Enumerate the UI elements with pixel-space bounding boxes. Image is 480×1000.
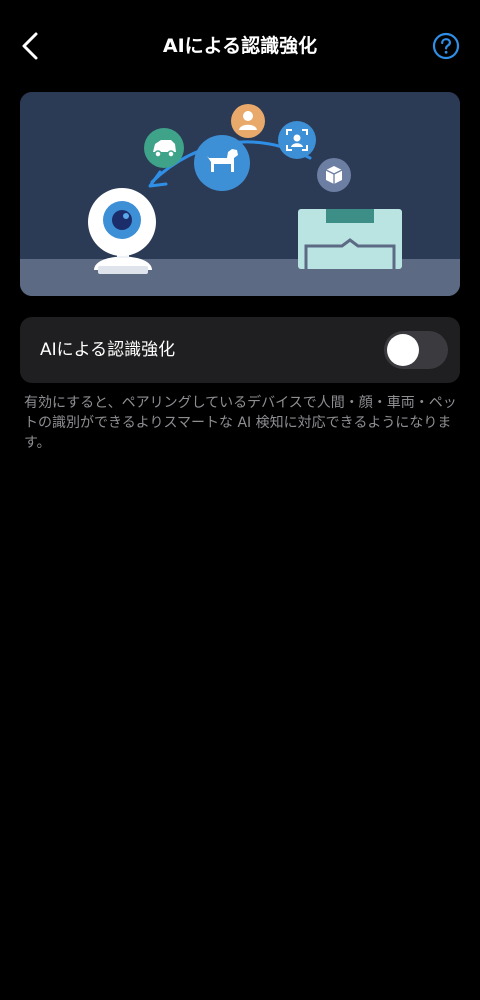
delivery-box [298,209,402,270]
chevron-left-icon [22,32,38,60]
dog-icon [194,135,250,191]
question-circle-icon [432,32,460,60]
face-scan-icon [278,121,316,159]
help-button[interactable] [432,32,460,60]
person-icon [231,104,265,138]
setting-label: AIによる認識強化 [40,340,176,360]
top-bar: AIによる認識強化 [0,0,480,92]
back-button[interactable] [14,28,50,64]
feature-illustration [20,92,460,296]
ai-recognition-toggle[interactable] [384,331,448,369]
toggle-knob [387,334,419,366]
page-title: AIによる認識強化 [162,35,318,57]
setting-description: 有効にすると、ペアリングしているデバイスで人間・顔・車両・ペットの識別ができるよ… [24,395,457,451]
car-icon [144,128,184,168]
ai-recognition-setting-card: AIによる認識強化 [20,317,460,383]
package-icon [317,158,351,192]
